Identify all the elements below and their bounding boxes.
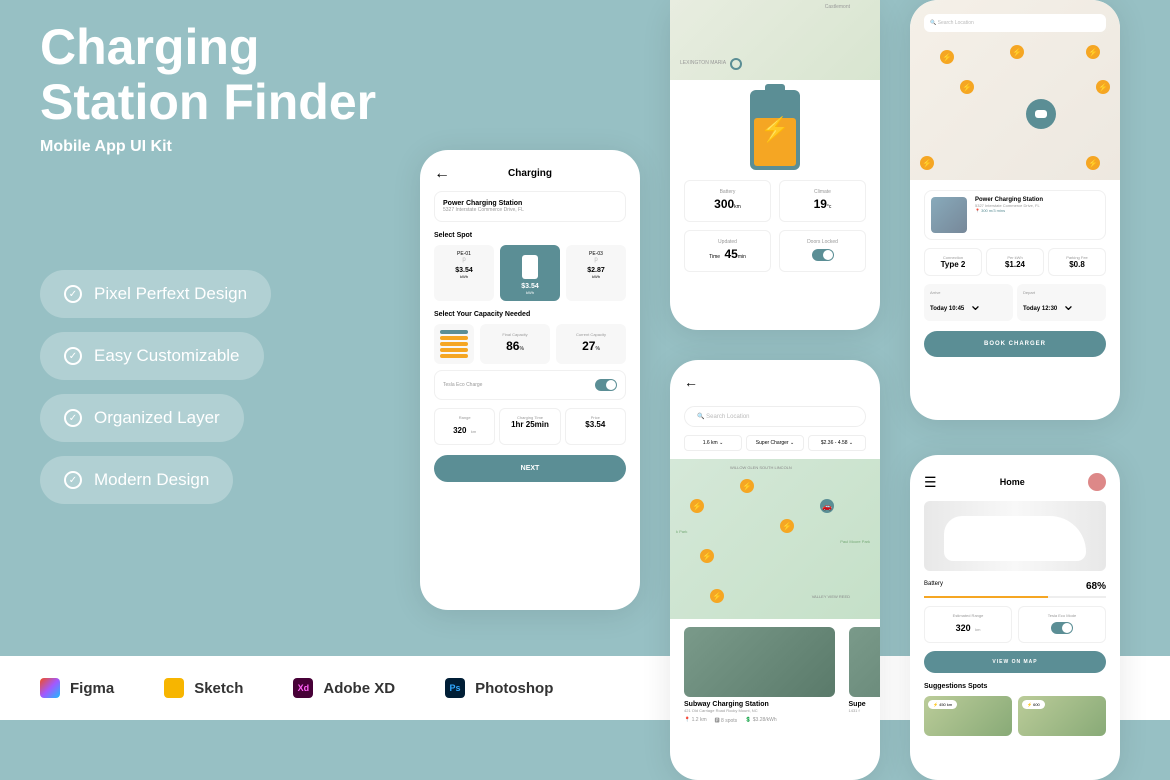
range-stat: Range320 km [434, 408, 495, 445]
brand-xd: XdAdobe XD [293, 678, 395, 698]
location-pin [730, 58, 742, 70]
connection-info: ConnectionType 2 [924, 248, 982, 276]
depart-selector[interactable]: DepartToday 12:30 ⌄ [1017, 284, 1106, 321]
sketch-icon [164, 678, 184, 698]
charger-pin[interactable]: ⚡ [940, 50, 954, 64]
spot-option-selected[interactable]: $3.54kWh [500, 245, 560, 301]
hero-title: ChargingStation Finder [40, 20, 376, 130]
back-button[interactable]: ← [684, 374, 698, 390]
ps-icon: Ps [445, 678, 465, 698]
updated-stat: UpdatedTime 45min [684, 230, 771, 272]
phone-status-screen: Castlemont LEXINGTON MARIA ⚡ Battery300k… [670, 0, 880, 330]
next-button[interactable]: NEXT [434, 455, 626, 482]
price-stat: Price$3.54 [565, 408, 626, 445]
feature-item: ✓Pixel Perfext Design [40, 270, 271, 318]
eco-mode-toggle[interactable] [1051, 622, 1073, 634]
arrive-selector[interactable]: ArriveToday 10:45 ⌄ [924, 284, 1013, 321]
eco-toggle[interactable] [595, 379, 617, 391]
charger-pin[interactable]: ⚡ [780, 519, 794, 533]
phone-charging-screen: ← Charging Power Charging Station 5327 I… [420, 150, 640, 610]
doors-toggle[interactable] [812, 249, 834, 261]
station-card[interactable]: Power Charging Station 5327 Interstate C… [924, 190, 1106, 240]
check-icon: ✓ [64, 347, 82, 365]
doors-stat: Doors Locked [779, 230, 866, 272]
screen-title: Charging [508, 168, 552, 179]
phone-home-screen: ☰ Home Battery 68% Estimated Range320 km… [910, 455, 1120, 780]
battery-label: Battery [924, 581, 943, 592]
check-icon: ✓ [64, 409, 82, 427]
charger-pin[interactable]: ⚡ [960, 80, 974, 94]
suggestion-card[interactable]: ⚡ 450 km [924, 696, 1012, 736]
search-input[interactable]: 🔍 Search Location [924, 14, 1106, 32]
check-icon: ✓ [64, 285, 82, 303]
phone-booking-screen: 🔍 Search Location ⚡ ⚡ ⚡ ⚡ ⚡ ⚡ ⚡ Power Ch… [910, 0, 1120, 420]
climate-stat: Climate19°c [779, 180, 866, 222]
screen-title: Home [1000, 477, 1025, 487]
filter-distance[interactable]: 1.6 km ⌄ [684, 435, 742, 451]
final-capacity: Final Capacity86% [480, 324, 550, 364]
time-stat: Charging Time1hr 25min [499, 408, 560, 445]
battery-icon: ⚡ [750, 90, 800, 170]
charger-pin[interactable]: ⚡ [710, 589, 724, 603]
car-image [924, 501, 1106, 571]
figma-icon [40, 678, 60, 698]
spot-option[interactable]: PE-01p$3.54kWh [434, 245, 494, 301]
battery-progress [924, 596, 1106, 598]
charger-pin[interactable]: ⚡ [690, 499, 704, 513]
menu-button[interactable]: ☰ [924, 474, 937, 491]
charger-pin[interactable]: ⚡ [920, 156, 934, 170]
map-view[interactable]: ⚡ ⚡ ⚡ ⚡ 🚗 ⚡ WILLOW GLEN SOUTH LINCOLN k … [670, 459, 880, 619]
section-title: Select Spot [434, 232, 626, 239]
features-list: ✓Pixel Perfext Design ✓Easy Customizable… [40, 270, 271, 518]
capacity-slider[interactable] [434, 324, 474, 364]
spot-option[interactable]: PE-03p$2.87kWh [566, 245, 626, 301]
current-capacity: Current Capacity27% [556, 324, 626, 364]
feature-item: ✓Modern Design [40, 456, 233, 504]
charger-pin[interactable]: ⚡ [1086, 45, 1100, 59]
hero-subtitle: Mobile App UI Kit [40, 138, 376, 156]
station-list-item[interactable]: Supe 1431 f [849, 619, 881, 732]
brand-sketch: Sketch [164, 678, 243, 698]
eco-mode: Tesla Eco Mode [1018, 606, 1106, 643]
car-location-pin[interactable] [1026, 99, 1056, 129]
bolt-icon: ⚡ [760, 116, 790, 145]
filter-type[interactable]: Super Charger ⌄ [746, 435, 804, 451]
parking-info: Parking Fee$0.8 [1048, 248, 1106, 276]
charger-pin[interactable]: ⚡ [1096, 80, 1110, 94]
charger-pin[interactable]: ⚡ [1086, 156, 1100, 170]
car-pin[interactable]: 🚗 [820, 499, 834, 513]
map-view[interactable]: 🔍 Search Location ⚡ ⚡ ⚡ ⚡ ⚡ ⚡ ⚡ [910, 0, 1120, 180]
map-view[interactable]: Castlemont LEXINGTON MARIA [670, 0, 880, 80]
view-on-map-button[interactable]: VIEW ON MAP [924, 651, 1106, 673]
book-charger-button[interactable]: BOOK CHARGER [924, 331, 1106, 357]
brand-photoshop: PsPhotoshop [445, 678, 553, 698]
suggestion-card[interactable]: ⚡ 600 [1018, 696, 1106, 736]
suggestions-title: Suggestions Spots [924, 683, 1106, 690]
station-list-item[interactable]: Subway Charging Station 421 Old Carriage… [670, 619, 849, 732]
station-thumbnail [931, 197, 967, 233]
eco-charge-label: Tesla Eco Charge [443, 382, 482, 388]
station-image [684, 627, 835, 697]
search-input[interactable]: 🔍 Search Location [684, 406, 866, 427]
range-info: Estimated Range320 km [924, 606, 1012, 643]
kwh-info: Per kWh$1.24 [986, 248, 1044, 276]
battery-percent: 68% [1086, 581, 1106, 592]
brand-figma: Figma [40, 678, 114, 698]
battery-stat: Battery300km [684, 180, 771, 222]
phone-map-list-screen: ← 🔍 Search Location 1.6 km ⌄ Super Charg… [670, 360, 880, 780]
feature-item: ✓Organized Layer [40, 394, 244, 442]
feature-item: ✓Easy Customizable [40, 332, 264, 380]
charger-pin[interactable]: ⚡ [700, 549, 714, 563]
station-image [849, 627, 881, 697]
station-card[interactable]: Power Charging Station 5327 Interstate C… [434, 191, 626, 222]
section-title: Select Your Capacity Needed [434, 311, 626, 318]
xd-icon: Xd [293, 678, 313, 698]
filter-price[interactable]: $2.36 - 4.58 ⌄ [808, 435, 866, 451]
back-button[interactable]: ← [434, 165, 450, 183]
check-icon: ✓ [64, 471, 82, 489]
user-avatar[interactable] [1088, 473, 1106, 491]
hero-section: ChargingStation Finder Mobile App UI Kit [40, 20, 376, 156]
charger-pin[interactable]: ⚡ [1010, 45, 1024, 59]
charger-pin[interactable]: ⚡ [740, 479, 754, 493]
